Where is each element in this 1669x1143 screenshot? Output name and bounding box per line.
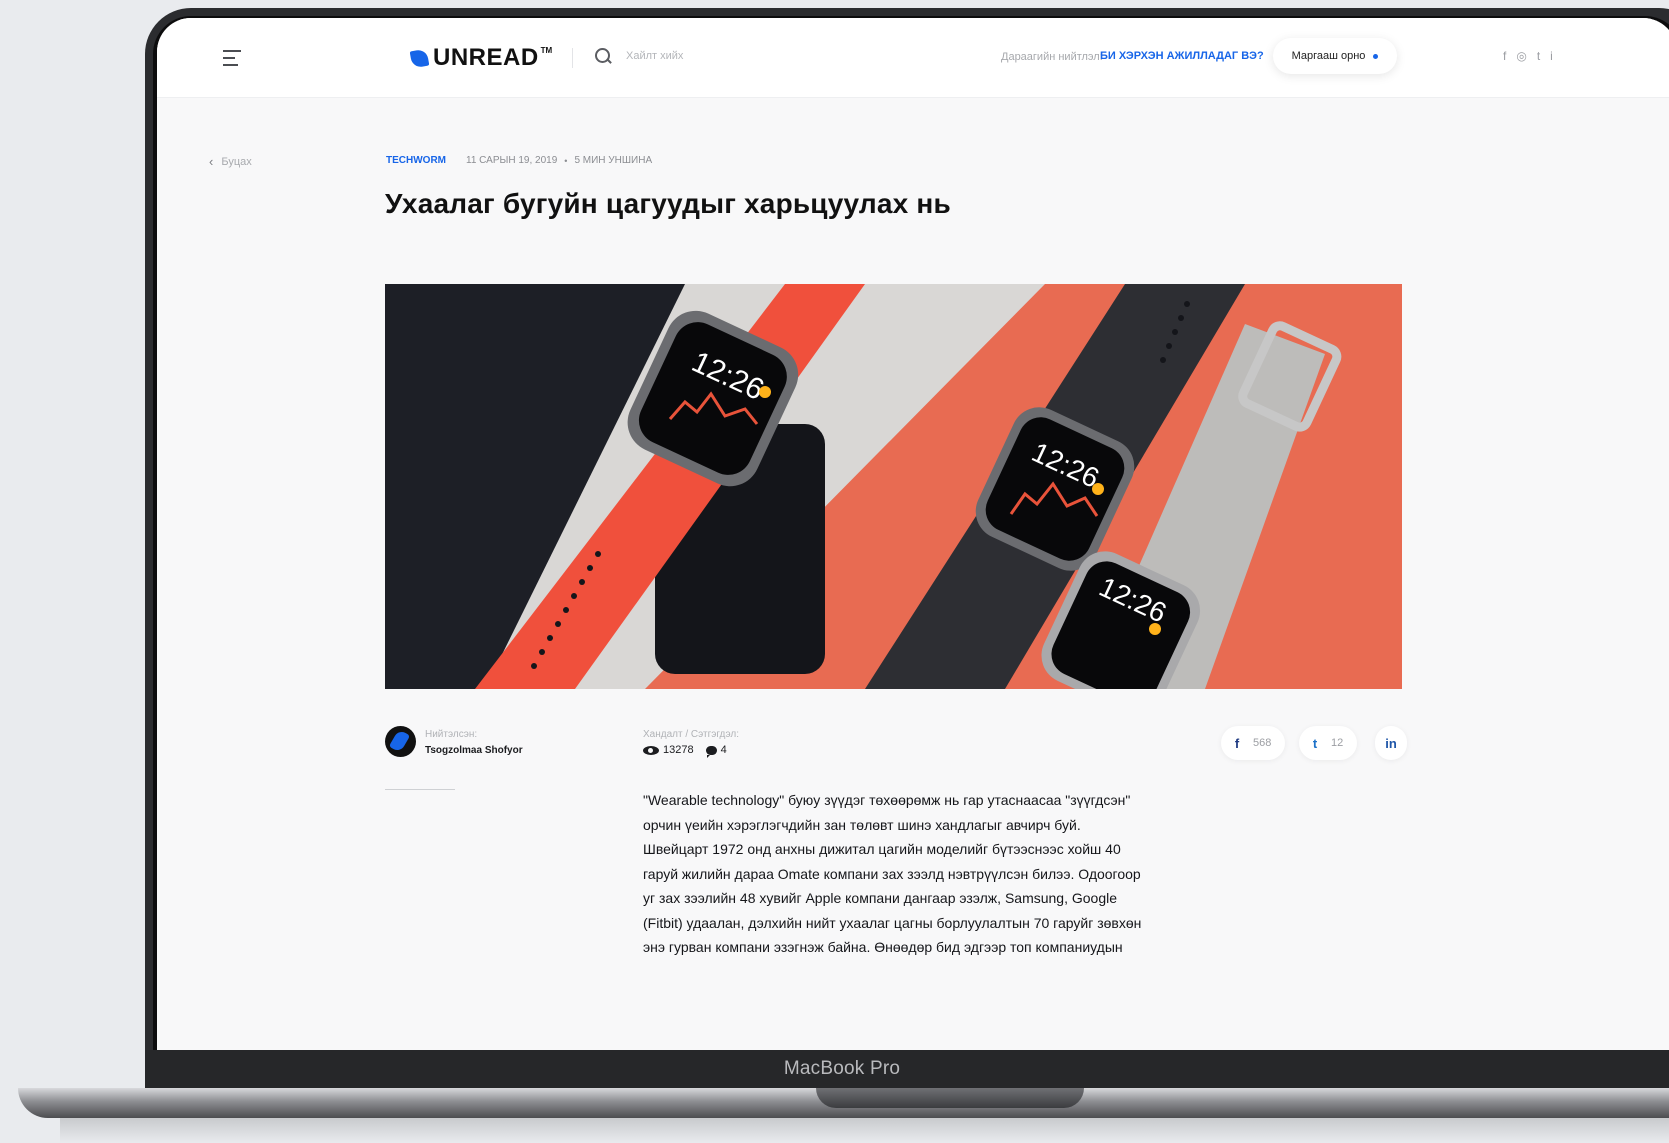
instagram-icon[interactable]: ◎ <box>1516 49 1526 63</box>
browser-screen: UNREAD TM Дараагийн нийтлэл: БИ ХЭРХЭН А… <box>157 18 1669 1050</box>
hero-watches-illustration: 12:26 12:26 12:26 <box>385 284 1402 689</box>
author-avatar[interactable] <box>385 726 416 757</box>
back-label: Буцах <box>221 155 252 168</box>
status-dot-icon <box>1373 53 1379 59</box>
twitter-icon[interactable]: t <box>1537 49 1540 63</box>
facebook-icon: f <box>1234 735 1240 751</box>
laptop-opening-notch <box>816 1088 1084 1108</box>
comment-icon <box>705 745 717 758</box>
search-input[interactable] <box>626 50 766 62</box>
logo-trademark: TM <box>540 45 553 55</box>
back-link[interactable]: ‹ Буцах <box>209 154 252 169</box>
eye-icon <box>643 745 659 755</box>
tomorrow-button-label: Маргааш орно <box>1291 50 1366 62</box>
next-article-label: Дараагийн нийтлэл: <box>1001 51 1103 63</box>
article-meta: TECHWORM 11 САРЫН 19, 2019 • 5 МИН УНШИН… <box>386 155 652 166</box>
facebook-share-count: 568 <box>1253 737 1272 749</box>
search-box <box>594 47 766 65</box>
laptop-chin: MacBook Pro <box>145 1050 1669 1088</box>
logo-text: UNREAD <box>433 44 539 71</box>
next-article-link[interactable]: БИ ХЭРХЭН АЖИЛЛАДАГ ВЭ? <box>1100 50 1264 62</box>
hero-image: 12:26 12:26 12:26 <box>385 284 1402 689</box>
article-stats: 13278 4 <box>643 744 727 758</box>
stats-label: Хандалт / Сэтгэгдэл: <box>643 729 739 740</box>
article-category[interactable]: TECHWORM <box>386 155 446 166</box>
header-social-links: f ◎ t i <box>1503 49 1553 63</box>
logo-mark-icon <box>409 48 430 68</box>
share-linkedin-button[interactable]: in <box>1375 726 1407 760</box>
twitter-icon: t <box>1312 735 1318 751</box>
share-twitter-button[interactable]: t 12 <box>1299 726 1358 760</box>
author-label: Нийтэлсэн: <box>425 729 478 740</box>
site-header: UNREAD TM Дараагийн нийтлэл: БИ ХЭРХЭН А… <box>157 18 1669 98</box>
views-count: 13278 <box>663 744 694 756</box>
site-logo[interactable]: UNREAD TM <box>409 44 553 72</box>
facebook-icon[interactable]: f <box>1503 49 1506 63</box>
read-time: 5 МИН УНШИНА <box>574 155 653 166</box>
search-icon[interactable] <box>594 47 612 65</box>
article-date: 11 САРЫН 19, 2019 <box>466 155 558 166</box>
tomorrow-button[interactable]: Маргааш орно <box>1273 38 1397 74</box>
linkedin-icon: in <box>1385 735 1397 751</box>
chevron-left-icon: ‹ <box>209 154 214 169</box>
twitter-share-count: 12 <box>1331 737 1344 749</box>
meta-separator: • <box>564 155 568 166</box>
article-body: "Wearable technology" буюу зүүдэг төхөөр… <box>643 792 1142 955</box>
linkedin-icon[interactable]: i <box>1550 49 1553 63</box>
share-facebook-button[interactable]: f 568 <box>1221 726 1286 760</box>
author-name[interactable]: Tsogzolmaa Shofyor <box>425 745 523 756</box>
device-label: MacBook Pro <box>783 1058 901 1079</box>
article-title: Ухаалаг бугуйн цагуудыг харьцуулах нь <box>385 188 951 219</box>
menu-icon[interactable] <box>223 50 241 66</box>
header-divider <box>572 48 573 68</box>
comments-count: 4 <box>720 744 727 756</box>
laptop-shadow <box>60 1118 1669 1143</box>
content-divider <box>385 789 455 790</box>
